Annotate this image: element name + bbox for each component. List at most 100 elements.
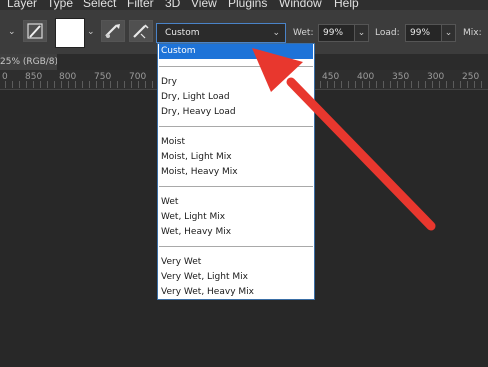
menu-view[interactable]: View	[191, 0, 217, 10]
ruler-tick	[96, 81, 97, 88]
ruler-tick	[481, 81, 482, 88]
current-color-swatch[interactable]	[55, 18, 85, 48]
dropdown-option-moist[interactable]: Moist	[159, 135, 313, 150]
menu-select[interactable]: Select	[83, 0, 116, 10]
chevron-down-icon: ⌄	[272, 28, 280, 38]
ruler-tick	[439, 81, 440, 88]
load-label: Load:	[375, 28, 400, 38]
ruler-tick	[376, 81, 377, 88]
ruler-tick	[124, 81, 125, 88]
ruler-tick	[82, 81, 83, 88]
dropdown-option-wet-heavy-mix[interactable]: Wet, Heavy Mix	[159, 225, 313, 240]
ruler-tick	[47, 81, 48, 88]
menu-3d[interactable]: 3D	[165, 0, 180, 10]
ruler-tick	[355, 81, 356, 88]
wet-label: Wet:	[293, 28, 314, 38]
ruler-tick	[152, 81, 153, 88]
ruler-label: 400	[357, 72, 375, 82]
clean-brush-icon	[133, 24, 149, 39]
ruler-tick	[362, 81, 363, 88]
ruler-tick	[418, 81, 419, 88]
ruler-tick	[446, 81, 447, 88]
ruler-tick	[26, 81, 27, 88]
ruler-tick	[19, 81, 20, 88]
dropdown-option-dry-light-load[interactable]: Dry, Light Load	[159, 90, 313, 105]
ruler-tick	[334, 81, 335, 88]
ruler-tick	[404, 81, 405, 88]
ruler-tick	[411, 81, 412, 88]
dropdown-option-very-wet[interactable]: Very Wet	[159, 255, 313, 270]
dropdown-option-dry-heavy-load[interactable]: Dry, Heavy Load	[159, 105, 313, 120]
load-brush-button[interactable]	[101, 20, 125, 42]
dropdown-separator	[159, 66, 313, 67]
ruler-tick	[383, 81, 384, 88]
dropdown-separator	[159, 126, 313, 127]
swatch-chevron-icon[interactable]: ⌄	[87, 27, 95, 37]
ruler-tick	[5, 81, 6, 88]
dropdown-separator	[159, 246, 313, 247]
ruler-tick	[467, 81, 468, 88]
wet-dropdown-chevron-icon[interactable]: ⌄	[355, 24, 369, 42]
ruler-tick	[145, 81, 146, 88]
ruler-tick	[117, 81, 118, 88]
dropdown-option-custom[interactable]: Custom	[159, 44, 313, 59]
mix-preset-dropdown-list: Custom Dry Dry, Light Load Dry, Heavy Lo…	[157, 43, 315, 300]
ruler-tick	[40, 81, 41, 88]
ruler-tick	[453, 81, 454, 88]
ruler-tick	[75, 81, 76, 88]
ruler-tick	[103, 81, 104, 88]
ruler-tick	[341, 81, 342, 88]
dropdown-option-moist-light-mix[interactable]: Moist, Light Mix	[159, 150, 313, 165]
load-brush-icon	[105, 24, 120, 38]
menu-type[interactable]: Type	[47, 0, 73, 10]
ruler-tick	[68, 81, 69, 88]
brush-icon	[27, 23, 43, 39]
ruler-label: 300	[427, 72, 445, 82]
ruler-tick	[432, 81, 433, 88]
ruler-tick	[397, 81, 398, 88]
brush-settings-button[interactable]	[23, 20, 47, 42]
tool-preset-chevron-icon[interactable]: ⌄	[8, 27, 16, 37]
load-field[interactable]: 99%	[405, 24, 442, 42]
dropdown-option-moist-heavy-mix[interactable]: Moist, Heavy Mix	[159, 165, 313, 180]
dropdown-option-dry[interactable]: Dry	[159, 75, 313, 90]
ruler-tick	[425, 81, 426, 88]
ruler-tick	[320, 81, 321, 88]
dropdown-separator	[159, 186, 313, 187]
clean-brush-button[interactable]	[129, 20, 153, 42]
ruler-tick	[474, 81, 475, 88]
ruler-tick	[348, 81, 349, 88]
menu-filter[interactable]: Filter	[127, 0, 154, 10]
ruler-label: 250	[462, 72, 480, 82]
ruler-tick	[89, 81, 90, 88]
ruler-tick	[110, 81, 111, 88]
menu-help[interactable]: Help	[334, 0, 359, 10]
ruler-tick	[327, 81, 328, 88]
menu-bar: Layer Type Select Filter 3D View Plugins…	[0, 0, 488, 10]
ruler-tick	[12, 81, 13, 88]
ruler-label: 350	[392, 72, 410, 82]
ruler-tick	[460, 81, 461, 88]
ruler-tick	[33, 81, 34, 88]
ruler-tick	[61, 81, 62, 88]
dropdown-option-wet-light-mix[interactable]: Wet, Light Mix	[159, 210, 313, 225]
menu-plugins[interactable]: Plugins	[228, 0, 267, 10]
ruler-tick	[54, 81, 55, 88]
mix-label: Mix:	[463, 28, 482, 38]
mix-preset-value: Custom	[165, 28, 200, 38]
document-tab-label: 25% (RGB/8)	[0, 57, 59, 67]
wet-field[interactable]: 99%	[318, 24, 355, 42]
load-dropdown-chevron-icon[interactable]: ⌄	[442, 24, 456, 42]
ruler-tick	[131, 81, 132, 88]
dropdown-option-very-wet-heavy-mix[interactable]: Very Wet, Heavy Mix	[159, 285, 313, 300]
mix-preset-select[interactable]: Custom ⌄	[156, 23, 286, 43]
dropdown-option-very-wet-light-mix[interactable]: Very Wet, Light Mix	[159, 270, 313, 285]
document-tab[interactable]: 25% (RGB/8)×	[0, 54, 72, 70]
ruler-label: 450	[322, 72, 340, 82]
menu-layer[interactable]: Layer	[7, 0, 37, 10]
ruler-tick	[138, 81, 139, 88]
ruler-tick	[390, 81, 391, 88]
menu-window[interactable]: Window	[279, 0, 322, 10]
ruler-tick	[369, 81, 370, 88]
dropdown-option-wet[interactable]: Wet	[159, 195, 313, 210]
